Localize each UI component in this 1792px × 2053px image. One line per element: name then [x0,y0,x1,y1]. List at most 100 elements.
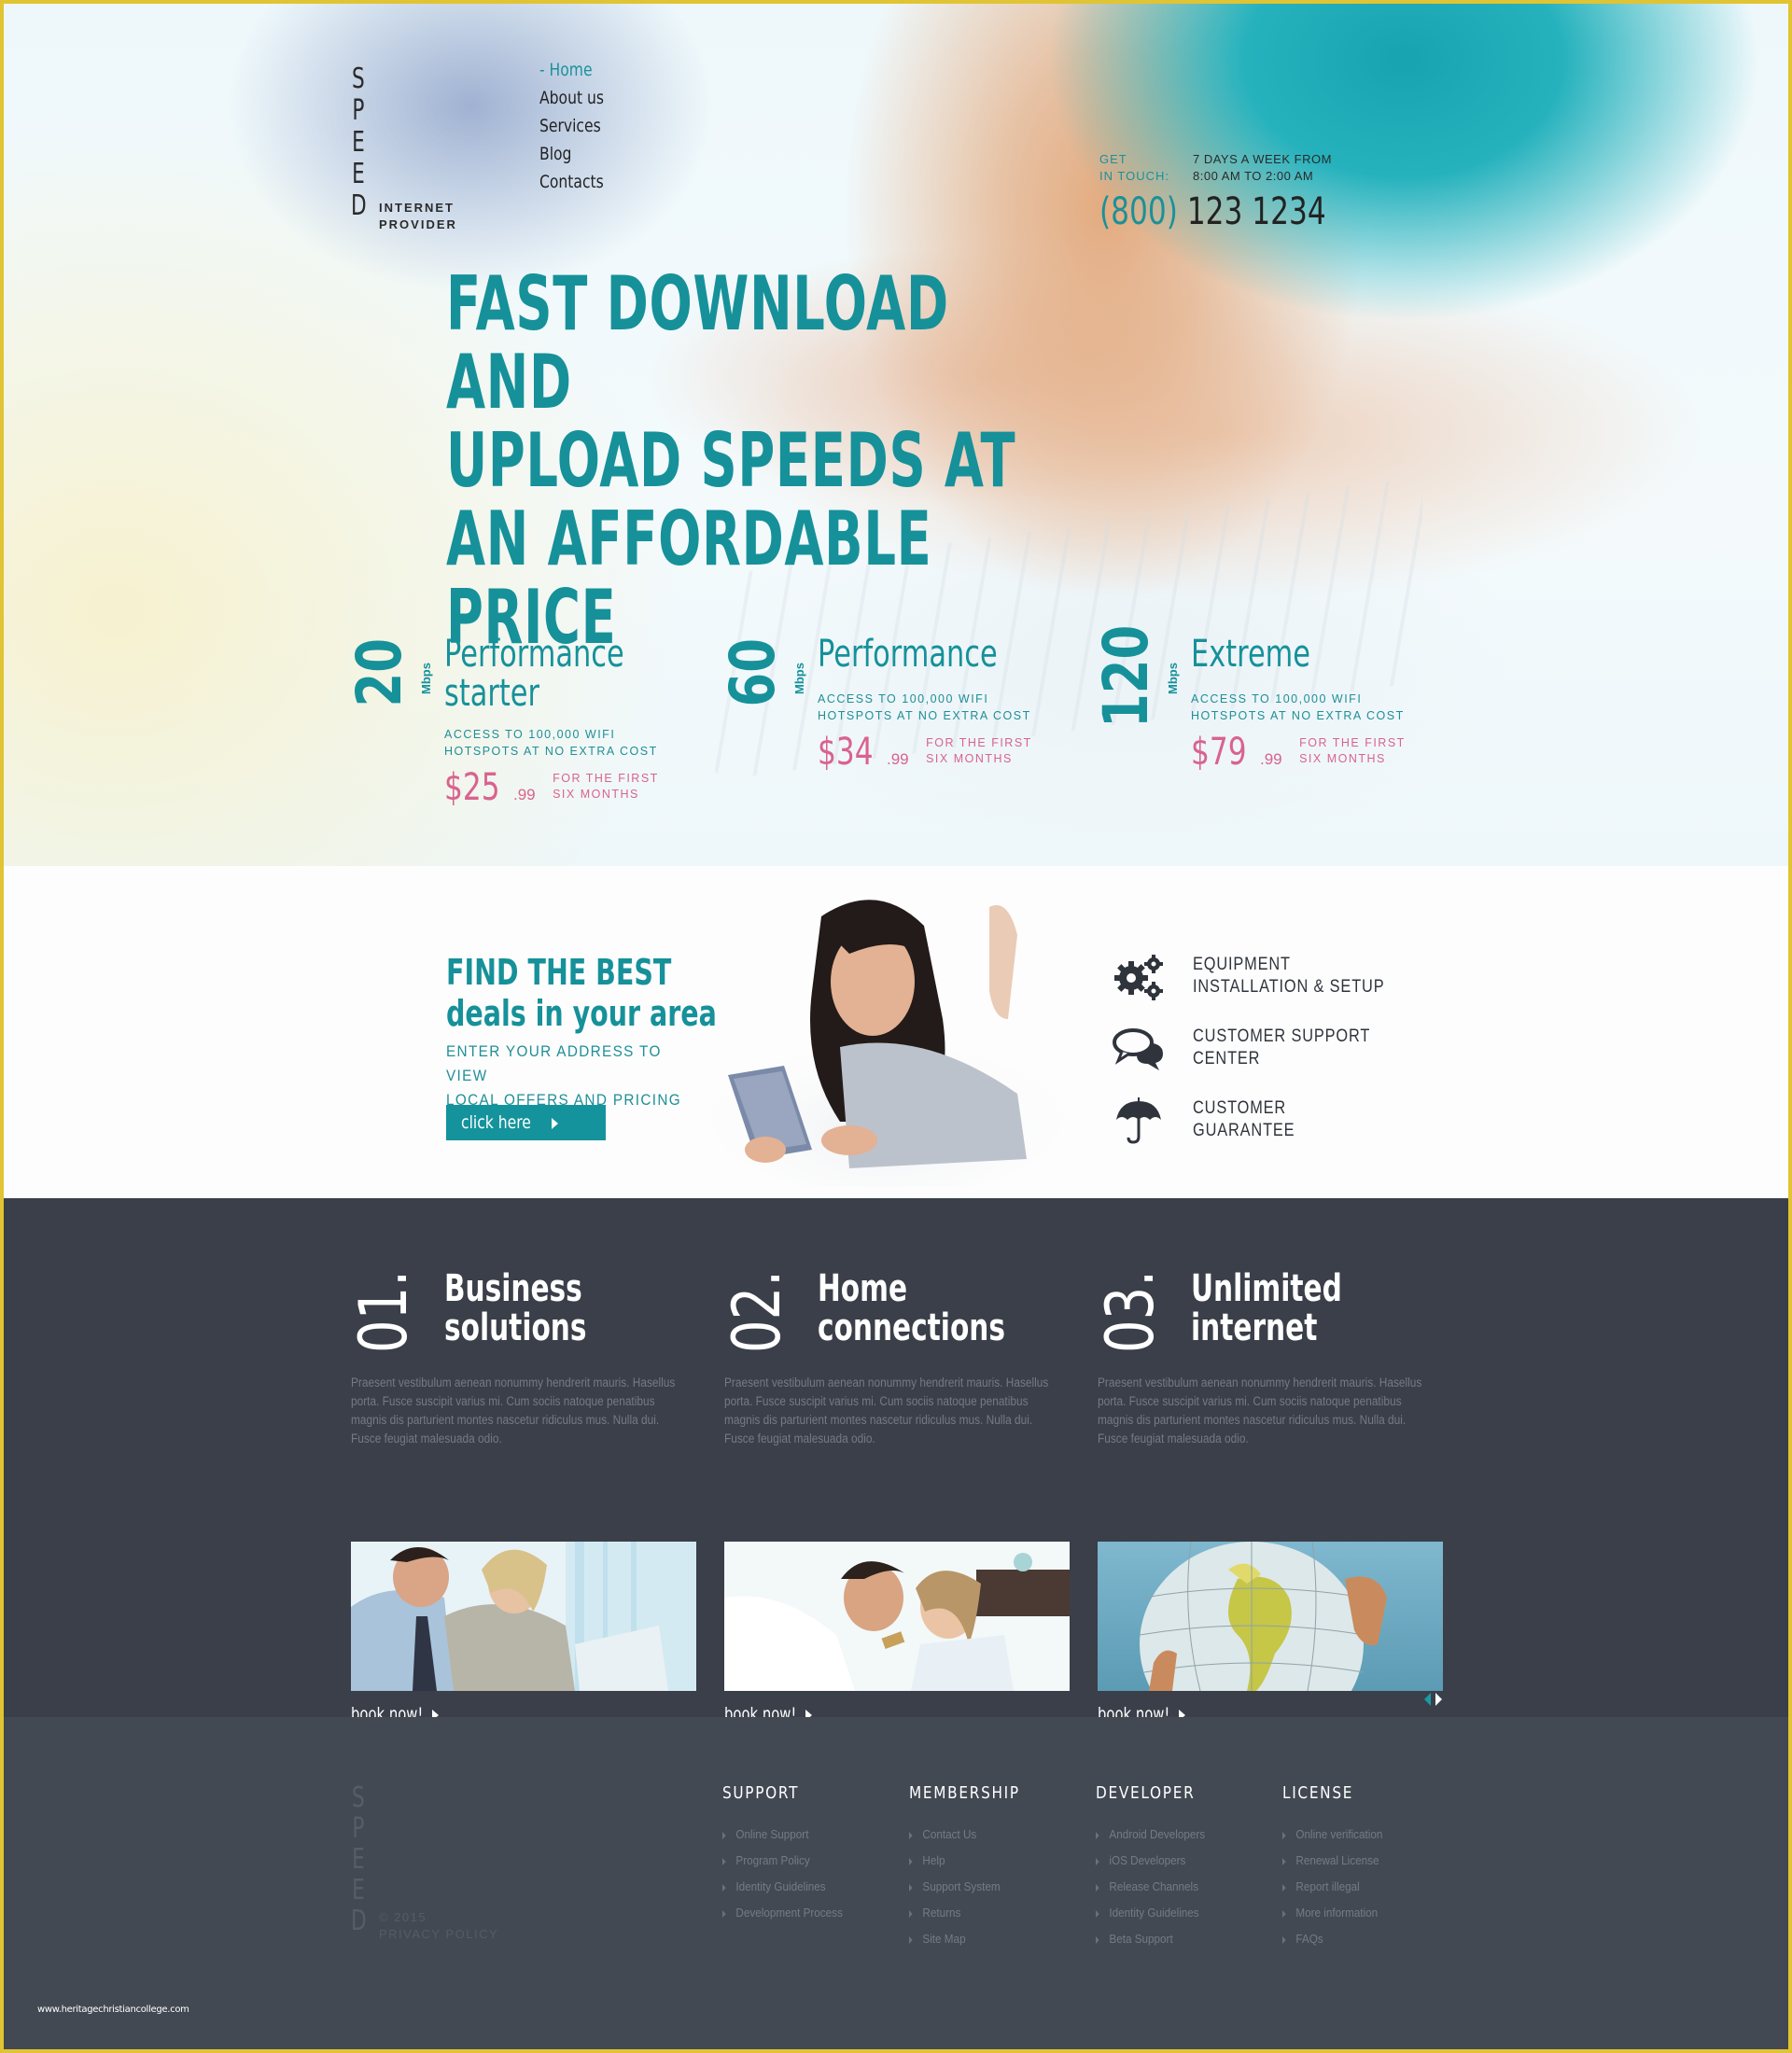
page: SPEED INTERNET PROVIDER - Home About us S… [4,4,1788,2049]
phone-number[interactable]: (800) 123 1234 [1099,190,1326,233]
plan-speed: 20 [343,638,415,707]
next-arrow-icon[interactable] [1435,1693,1442,1706]
plan-price: $25.99 FOR THE FIRST SIX MONTHS [444,766,659,809]
footer-link[interactable]: Online verification [1282,1822,1450,1848]
service-title: Unlimited internet [1191,1267,1342,1349]
footer-heading: DEVELOPER [1096,1783,1196,1803]
footer-link[interactable]: Android Developers [1096,1822,1264,1848]
business-people-laptop-photo[interactable] [351,1542,696,1691]
footer-column-license: LICENSE Online verification Renewal Lice… [1282,1782,1469,1952]
plan-card[interactable]: 60 Mbps Performance ACCESS TO 100,000 WI… [717,633,1079,825]
footer-link[interactable]: Support System [909,1874,1077,1900]
service-number: 03. [1092,1269,1169,1353]
footer: SPEED © 2015 PRIVACY POLICY SUPPORT Onli… [4,1717,1788,2049]
bullet-arrow-icon [1282,1831,1286,1839]
footer-meta: © 2015 PRIVACY POLICY [379,1909,498,1943]
plan-speed: 60 [717,638,789,707]
plan-name: Extreme [1191,633,1310,676]
bullet-arrow-icon [1096,1857,1099,1865]
logo-tagline: INTERNET PROVIDER [379,201,457,231]
footer-link[interactable]: Development Process [722,1900,890,1926]
service-number: 01. [345,1269,422,1353]
footer-column-support: SUPPORT Online Support Program Policy Id… [722,1782,909,1926]
bullet-arrow-icon [722,1909,726,1918]
nav-item-contacts[interactable]: Contacts [539,168,604,196]
logo[interactable]: SPEED INTERNET PROVIDER [351,63,463,233]
footer-link[interactable]: Report illegal [1282,1874,1450,1900]
hands-holding-globe-photo[interactable] [1098,1542,1443,1691]
footer-link[interactable]: Identity Guidelines [722,1874,890,1900]
nav-item-blog[interactable]: Blog [539,140,604,168]
nav-item-home[interactable]: - Home [539,56,604,84]
footer-link[interactable]: More information [1282,1900,1450,1926]
footer-column-developer: DEVELOPER Android Developers iOS Develop… [1096,1782,1282,1952]
logo-wordmark: SPEED [351,63,367,222]
footer-link[interactable]: Online Support [722,1822,890,1848]
bullet-arrow-icon [1282,1883,1286,1892]
contact-hours: 7 DAYS A WEEK FROM 8:00 AM TO 2:00 AM [1193,152,1332,183]
deals-section: FIND THE BEST deals in your area ENTER Y… [4,866,1788,1198]
footer-link[interactable]: FAQs [1282,1926,1450,1952]
service-number: 02. [719,1269,795,1353]
footer-link[interactable]: Release Channels [1096,1874,1264,1900]
bullet-arrow-icon [1282,1935,1286,1944]
plan-name: Performance [818,633,998,676]
bullet-arrow-icon [722,1831,726,1839]
footer-link[interactable]: Site Map [909,1926,1077,1952]
bullet-arrow-icon [1282,1857,1286,1865]
footer-logo[interactable]: SPEED [351,1782,367,1936]
active-marker: - [539,60,545,80]
footer-heading: MEMBERSHIP [909,1783,1020,1803]
footer-heading: LICENSE [1282,1783,1354,1803]
bullet-arrow-icon [1096,1831,1099,1839]
plan-description: ACCESS TO 100,000 WIFI HOTSPOTS AT NO EX… [818,692,1031,722]
footer-link[interactable]: Beta Support [1096,1926,1264,1952]
bullet-arrow-icon [909,1883,913,1892]
deals-subtitle: ENTER YOUR ADDRESS TO VIEW LOCAL OFFERS … [446,1042,682,1109]
plan-card[interactable]: 120 Mbps Extreme ACCESS TO 100,000 WIFI … [1090,624,1452,825]
plan-price: $34.99 FOR THE FIRST SIX MONTHS [818,731,1032,774]
plan-price: $79.99 FOR THE FIRST SIX MONTHS [1191,731,1406,774]
couple-shopping-online-photo[interactable] [724,1542,1070,1691]
privacy-policy-link[interactable]: PRIVACY POLICY [379,1926,498,1943]
woman-with-tablet-photo [709,900,1064,1187]
prev-arrow-icon[interactable] [1424,1693,1431,1706]
plan-description: ACCESS TO 100,000 WIFI HOTSPOTS AT NO EX… [444,728,658,758]
plan-description: ACCESS TO 100,000 WIFI HOTSPOTS AT NO EX… [1191,692,1405,722]
arrow-right-icon [552,1117,559,1129]
footer-link[interactable]: Program Policy [722,1848,890,1874]
bullet-arrow-icon [722,1883,726,1892]
contact-label: GET IN TOUCH: [1099,152,1169,183]
bullet-arrow-icon [722,1857,726,1865]
footer-link[interactable]: Renewal License [1282,1848,1450,1874]
price-note: FOR THE FIRST SIX MONTHS [926,736,1032,765]
bullet-arrow-icon [909,1909,913,1918]
bullet-arrow-icon [1096,1935,1099,1944]
bullet-arrow-icon [909,1857,913,1865]
copyright: © 2015 [379,1910,427,1924]
footer-link[interactable]: iOS Developers [1096,1848,1264,1874]
footer-link[interactable]: Identity Guidelines [1096,1900,1264,1926]
price-note: FOR THE FIRST SIX MONTHS [1299,736,1406,765]
nav-item-services[interactable]: Services [539,112,604,140]
plan-unit: Mbps [1166,663,1180,694]
plan-unit: Mbps [419,663,433,694]
gears-icon [1114,955,1163,1000]
footer-link[interactable]: Help [909,1848,1077,1874]
umbrella-icon [1116,1097,1161,1144]
service-description: Praesent vestibulum aenean nonummy hendr… [351,1376,676,1445]
watermark-text: www.heritagechristiancollege.com [37,2004,189,2015]
price-note: FOR THE FIRST SIX MONTHS [553,772,659,801]
main-nav: - Home About us Services Blog Contacts [539,56,618,196]
plan-speed: 120 [1090,624,1162,728]
services-section: 01. Business solutions Praesent vestibul… [4,1198,1788,1725]
nav-item-about[interactable]: About us [539,84,604,112]
service-description: Praesent vestibulum aenean nonummy hendr… [1098,1376,1422,1445]
footer-link[interactable]: Returns [909,1900,1077,1926]
service-title: Business solutions [444,1267,587,1349]
bullet-arrow-icon [909,1831,913,1839]
click-here-button[interactable]: click here [446,1105,606,1140]
plan-card[interactable]: 20 Mbps Performance starter ACCESS TO 10… [343,635,706,825]
service-title: Home connections [818,1267,1005,1349]
footer-link[interactable]: Contact Us [909,1822,1077,1848]
